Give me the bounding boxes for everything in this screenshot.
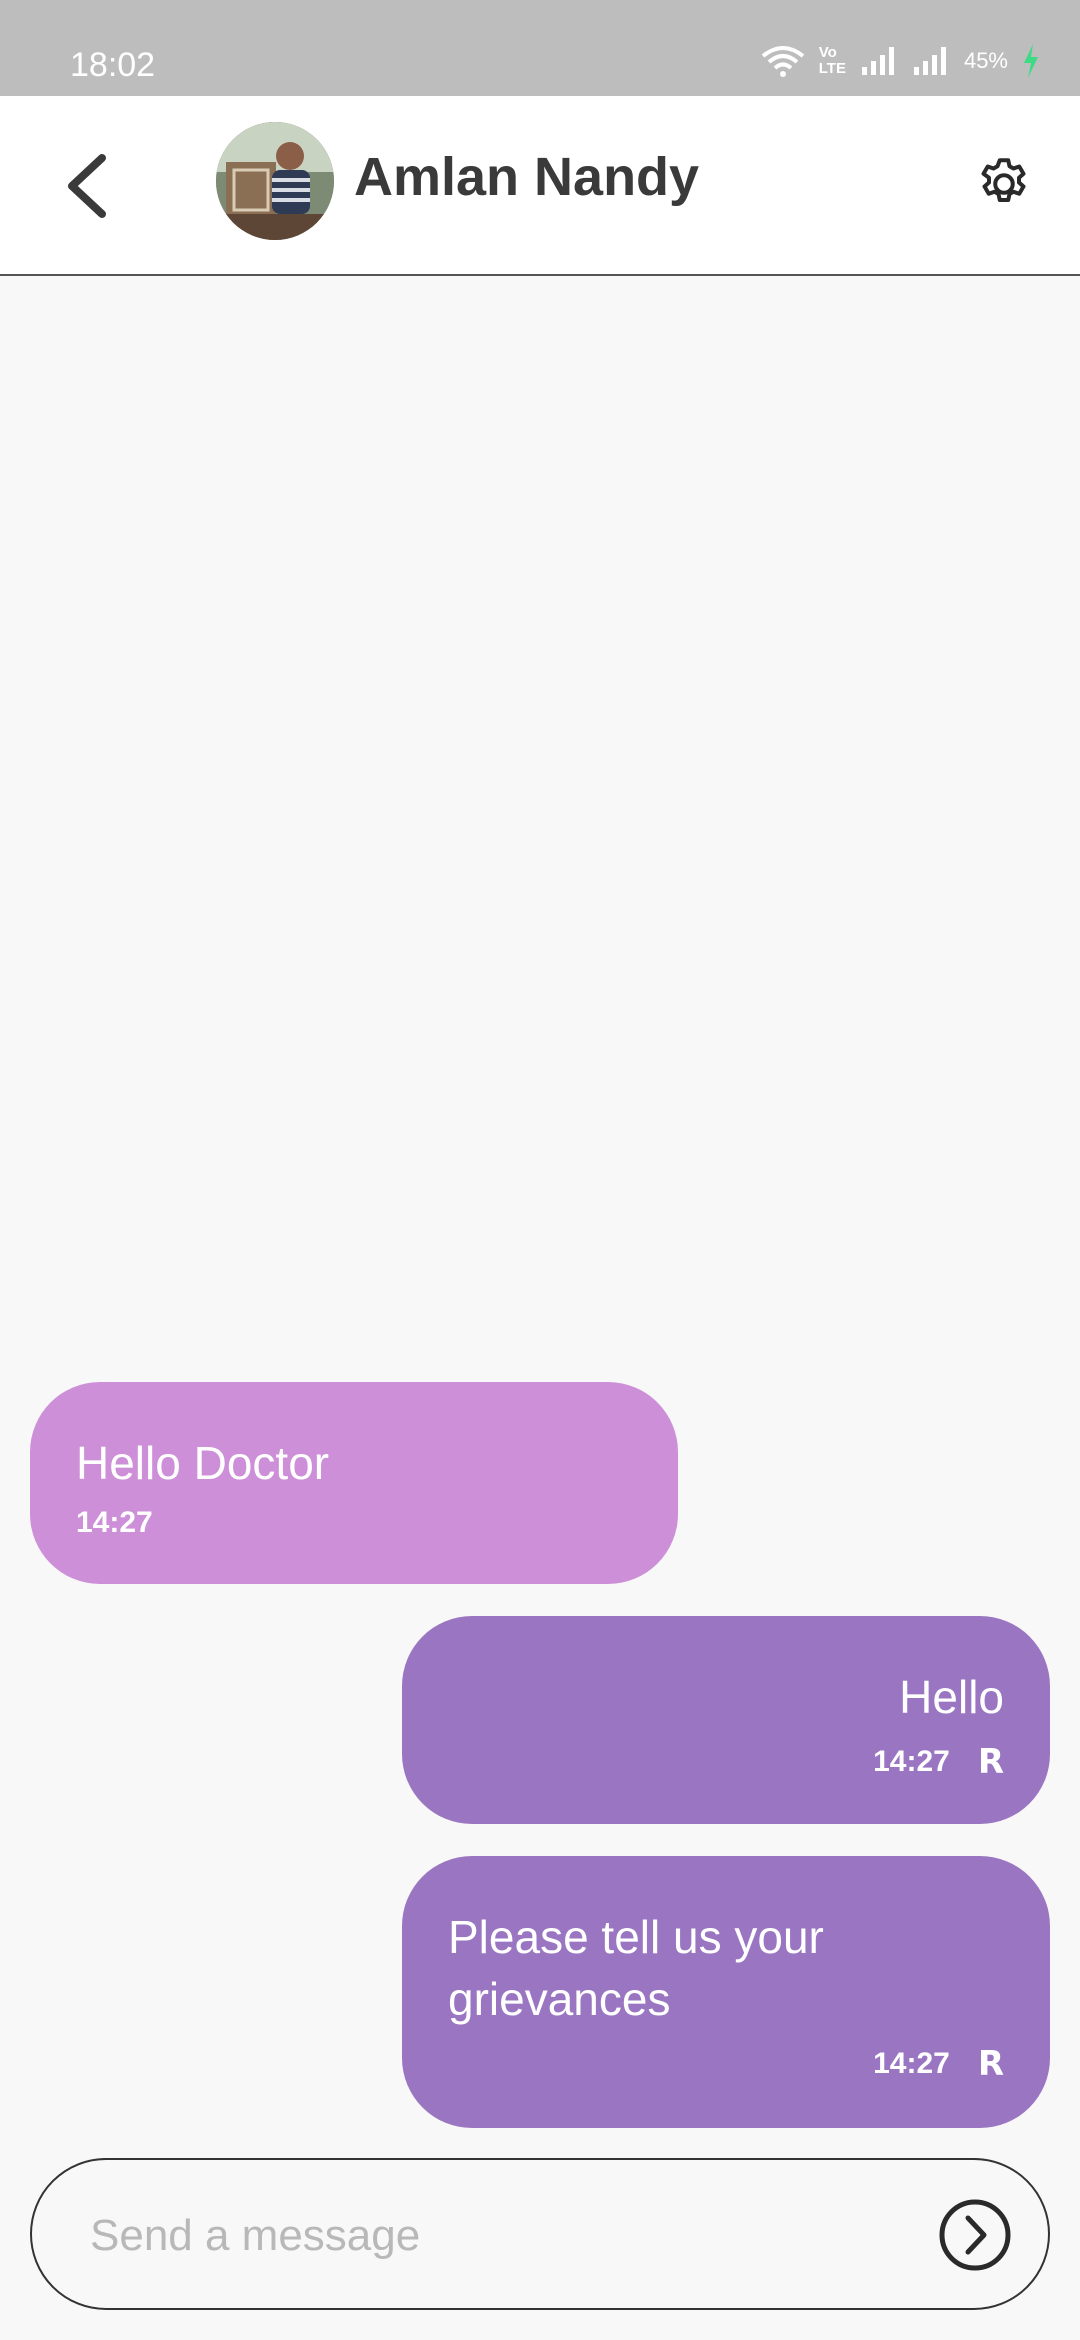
signal-icon	[861, 47, 894, 75]
message-meta: 14:27 R	[448, 1742, 1004, 1782]
volte-icon: Vo LTE	[819, 45, 846, 77]
volte-label-bottom: LTE	[818, 60, 846, 77]
message-composer	[30, 2158, 1050, 2310]
signal-icon	[913, 47, 946, 75]
battery-percent: 45%	[963, 48, 1008, 73]
status-bar: 18:02 Vo LTE 45%	[0, 0, 1080, 96]
message-time: 14:27	[76, 1506, 153, 1539]
message-text: Hello	[899, 1671, 1004, 1723]
contact-name: Amlan Nandy	[354, 147, 700, 207]
back-button[interactable]	[56, 144, 116, 228]
battery-charging-icon	[1024, 44, 1038, 78]
avatar[interactable]	[216, 122, 334, 240]
read-receipt: R	[977, 2044, 1004, 2084]
wifi-icon	[761, 46, 804, 77]
send-circle-chevron-icon	[939, 2199, 1011, 2271]
read-receipt: R	[977, 1742, 1004, 1782]
message-bubble-outgoing[interactable]: Hello 14:27 R	[402, 1616, 1050, 1824]
settings-button[interactable]	[964, 144, 1044, 224]
message-input[interactable]	[90, 2200, 890, 2272]
status-icons: Vo LTE 45%	[761, 44, 1040, 78]
message-meta: 14:27 R	[448, 2044, 1004, 2084]
message-text: Hello Doctor	[76, 1437, 330, 1489]
volte-label-top: Vo	[818, 44, 837, 61]
send-button[interactable]	[938, 2198, 1012, 2272]
status-time: 18:02	[70, 46, 156, 84]
message-bubble-incoming[interactable]: Hello Doctor 14:27	[30, 1382, 678, 1584]
chevron-left-icon	[68, 154, 106, 218]
message-time: 14:27	[873, 2047, 950, 2080]
chat-header: Amlan Nandy	[0, 96, 1080, 276]
gear-icon	[981, 158, 1026, 202]
message-time: 14:27	[873, 1745, 950, 1778]
message-bubble-outgoing[interactable]: Please tell us your grievances 14:27 R	[402, 1856, 1050, 2128]
message-text: Please tell us your grievances	[448, 1911, 824, 2025]
avatar-photo	[216, 122, 334, 240]
